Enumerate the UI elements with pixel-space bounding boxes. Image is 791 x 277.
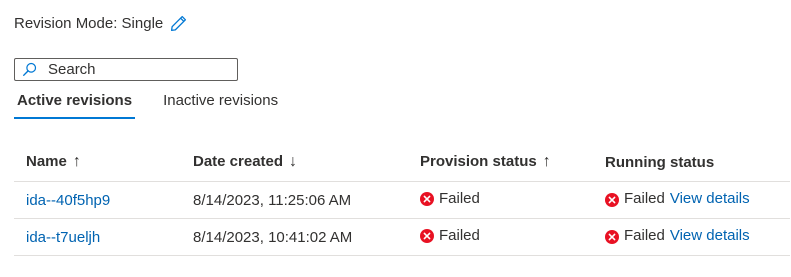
column-header-date-created[interactable]: Date created ↓ [193, 143, 420, 182]
search-box[interactable] [14, 58, 238, 81]
sort-ascending-icon: ↑ [72, 153, 81, 170]
revision-mode-label: Revision Mode: Single [14, 14, 164, 32]
column-header-provision-status[interactable]: Provision status ↑ [420, 143, 605, 182]
cell-name: ida--40f5hp9 [14, 181, 193, 219]
column-header-name[interactable]: Name ↑ [14, 143, 193, 182]
table-row: ida--40f5hp9 8/14/2023, 11:25:06 AM Fail… [14, 181, 790, 219]
revision-name-link[interactable]: ida--40f5hp9 [26, 192, 110, 209]
error-icon [420, 228, 434, 243]
provision-status: Failed [420, 227, 480, 244]
view-details-link[interactable]: View details [670, 227, 750, 244]
cell-provision-status: Failed [420, 218, 605, 256]
column-header-label: Date created [193, 153, 284, 170]
cell-running-status: Failed View details [605, 181, 790, 219]
revision-name-link[interactable]: ida--t7ueljh [26, 229, 100, 246]
revisions-table: Name ↑ Date created ↓ Provision status ↑ Ru… [14, 143, 790, 256]
column-header-label: Name [26, 153, 67, 170]
search-icon [22, 62, 37, 77]
cell-date-created: 8/14/2023, 10:41:02 AM [193, 218, 420, 256]
column-header-running-status[interactable]: Running status [605, 143, 790, 182]
revision-mode: Revision Mode: Single [14, 12, 187, 34]
cell-name: ida--t7ueljh [14, 218, 193, 256]
error-icon [420, 191, 434, 206]
cell-date-created: 8/14/2023, 11:25:06 AM [193, 181, 420, 219]
table-row: ida--t7ueljh 8/14/2023, 10:41:02 AM Fail… [14, 218, 790, 256]
tab-active-revisions[interactable]: Active revisions [14, 90, 136, 119]
running-status-text: Failed [624, 226, 665, 244]
sort-ascending-icon: ↑ [542, 153, 551, 170]
error-icon [605, 229, 619, 244]
search-input[interactable] [48, 61, 223, 78]
column-header-label: Running status [605, 153, 715, 171]
provision-status: Failed [420, 190, 480, 207]
pencil-icon[interactable] [170, 15, 187, 32]
running-status: Failed View details [605, 227, 750, 244]
provision-status-text: Failed [439, 190, 480, 208]
cell-provision-status: Failed [420, 181, 605, 219]
sort-descending-icon: ↓ [289, 153, 298, 170]
error-icon [605, 192, 619, 207]
column-header-label: Provision status [420, 153, 537, 170]
running-status-text: Failed [624, 189, 665, 207]
provision-status-text: Failed [439, 227, 480, 245]
table-header-row: Name ↑ Date created ↓ Provision status ↑ Ru… [14, 143, 790, 182]
revision-tabs: Active revisions Inactive revisions [14, 90, 306, 119]
tab-inactive-revisions[interactable]: Inactive revisions [160, 90, 281, 118]
running-status: Failed View details [605, 190, 750, 207]
view-details-link[interactable]: View details [670, 190, 750, 207]
cell-running-status: Failed View details [605, 218, 790, 256]
